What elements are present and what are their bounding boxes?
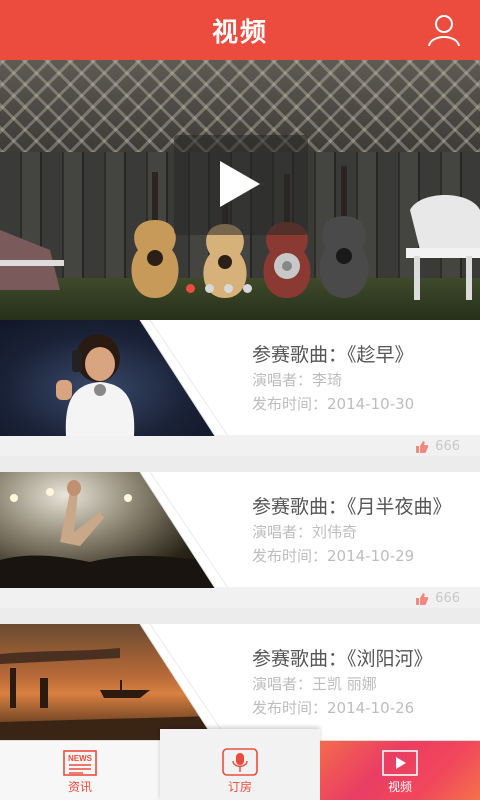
page-title: 视频: [211, 17, 268, 48]
performer-label: 演唱者：: [252, 371, 313, 389]
like-count: 666: [435, 591, 460, 606]
singer-image: [56, 334, 135, 436]
video-card[interactable]: 参赛歌曲：《月半夜曲》 演唱者：刘伟奇 发布时间：2014-10-29 666: [0, 472, 480, 608]
tab-order-label: 订房: [227, 780, 252, 794]
card-info: 参赛歌曲：《月半夜曲》 演唱者：刘伟奇 发布时间：2014-10-29: [252, 494, 480, 568]
card-separator: [0, 456, 480, 472]
card-separator: [0, 608, 480, 624]
song-title: 参赛歌曲：《浏阳河》: [252, 648, 433, 670]
play-button[interactable]: [174, 135, 308, 235]
carousel-dot[interactable]: [186, 284, 195, 293]
song-title: 参赛歌曲：《月半夜曲》: [252, 496, 452, 518]
performer-line: 演唱者：王凯 丽娜: [252, 672, 480, 696]
publish-date: 2014-10-29: [327, 547, 415, 565]
carousel-indicator: [186, 284, 252, 293]
performer-label: 演唱者：: [252, 523, 313, 541]
chair-image: [406, 195, 480, 300]
date-line: 发布时间：2014-10-29: [252, 544, 480, 568]
like-button[interactable]: 666: [415, 439, 460, 454]
river-image: [0, 648, 215, 740]
card-info: 参赛歌曲：《浏阳河》 演唱者：王凯 丽娜 发布时间：2014-10-26: [252, 646, 480, 720]
date-label: 发布时间：: [252, 395, 328, 413]
video-thumbnail: [0, 472, 215, 588]
thumbs-up-icon: [416, 592, 429, 605]
tab-video[interactable]: 视频: [320, 741, 480, 800]
news-icon: NEWS: [63, 750, 97, 776]
date-label: 发布时间：: [252, 547, 328, 565]
publish-date: 2014-10-30: [327, 395, 415, 413]
card-info: 参赛歌曲：《趁早》 演唱者：李琦 发布时间：2014-10-30: [252, 342, 480, 416]
like-count: 666: [435, 439, 460, 454]
date-line: 发布时间：2014-10-30: [252, 392, 480, 416]
news-icon-text: NEWS: [68, 754, 93, 763]
thumbs-up-icon: [416, 440, 429, 453]
card-footer: [0, 588, 480, 608]
date-line: 发布时间：2014-10-26: [252, 696, 480, 720]
video-thumbnail: [0, 320, 215, 436]
performer-name: 李琦: [312, 371, 343, 389]
bottom-tab-bar: NEWS 资讯 订房 视频: [0, 729, 480, 800]
tab-video-label: 视频: [387, 780, 412, 794]
video-play-icon: [382, 750, 418, 776]
microphone-icon: [222, 748, 258, 776]
publish-date: 2014-10-26: [327, 699, 415, 717]
performer-line: 演唱者：李琦: [252, 368, 480, 392]
performer-line: 演唱者：刘伟奇: [252, 520, 480, 544]
carousel-dot[interactable]: [243, 284, 252, 293]
guitar-image: [319, 166, 369, 298]
tab-order[interactable]: 订房: [160, 729, 320, 800]
user-icon[interactable]: [426, 12, 462, 48]
like-button[interactable]: 666: [415, 591, 460, 606]
performer-name: 王凯 丽娜: [312, 675, 377, 693]
tab-news-label: 资讯: [67, 780, 92, 794]
performer-name: 刘伟奇: [312, 523, 358, 541]
carousel-dot[interactable]: [224, 284, 233, 293]
bench-image: [0, 230, 64, 290]
carousel-dot[interactable]: [205, 284, 214, 293]
concert-image: [0, 480, 215, 588]
video-thumbnail: [0, 624, 215, 740]
app-root: 视频 参赛歌曲：《趁早》 演唱者：李琦 发布时间：2014-10-30 666 …: [0, 0, 480, 800]
top-bar: 视频: [0, 0, 480, 60]
tab-news[interactable]: NEWS 资讯: [0, 741, 160, 800]
song-title: 参赛歌曲：《趁早》: [252, 344, 414, 366]
video-banner[interactable]: [0, 60, 480, 320]
date-label: 发布时间：: [252, 699, 328, 717]
performer-label: 演唱者：: [252, 675, 313, 693]
video-card[interactable]: 参赛歌曲：《趁早》 演唱者：李琦 发布时间：2014-10-30 666: [0, 320, 480, 456]
play-icon: [220, 161, 260, 207]
card-footer: [0, 436, 480, 456]
